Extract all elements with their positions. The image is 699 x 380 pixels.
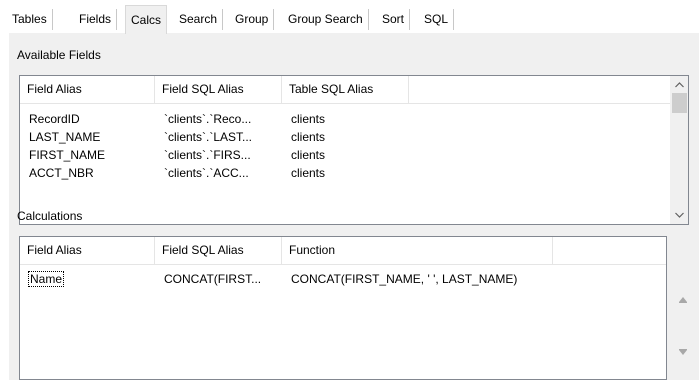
tab-calcs[interactable]: Calcs xyxy=(125,5,168,34)
move-up-button[interactable] xyxy=(672,289,694,311)
move-up-icon xyxy=(679,297,687,303)
table-sql-alias-cell: clients xyxy=(291,166,326,180)
chevron-down-icon[interactable] xyxy=(671,207,688,224)
tab-tables[interactable]: Tables xyxy=(7,9,53,30)
tab-sql[interactable]: SQL xyxy=(419,9,455,30)
field-sql-alias-cell: `clients`.`Reco... xyxy=(164,112,252,126)
tab-group[interactable]: Group xyxy=(230,9,275,30)
table-sql-alias-cell: clients xyxy=(291,130,326,144)
calcs-panel: Available Fields Field Alias Field SQL A… xyxy=(9,33,699,380)
column-header-field-alias[interactable]: Field Alias xyxy=(20,237,155,264)
move-down-button[interactable] xyxy=(672,341,694,363)
field-alias-cell: LAST_NAME xyxy=(29,130,101,144)
field-alias-text: Name xyxy=(27,271,65,287)
field-sql-alias-cell: `clients`.`ACC... xyxy=(164,166,249,180)
column-header-field-alias[interactable]: Field Alias xyxy=(20,76,155,103)
chevron-up-icon[interactable] xyxy=(671,76,688,93)
calculations-list[interactable]: Field Alias Field SQL Alias Function Nam… xyxy=(19,236,667,380)
column-header-function[interactable]: Function xyxy=(282,237,553,264)
tab-sort[interactable]: Sort xyxy=(377,9,411,30)
move-down-icon xyxy=(679,349,687,355)
field-alias-cell: ACCT_NBR xyxy=(29,166,94,180)
tab-fields[interactable]: Fields xyxy=(74,9,118,30)
table-sql-alias-cell: clients xyxy=(291,148,326,162)
table-sql-alias-cell: clients xyxy=(291,112,326,126)
tab-search[interactable]: Search xyxy=(174,9,224,30)
available-fields-label: Available Fields xyxy=(17,48,101,62)
list-header: Field Alias Field SQL Alias Function xyxy=(20,237,666,265)
available-fields-list[interactable]: Field Alias Field SQL Alias Table SQL Al… xyxy=(19,75,689,225)
vertical-scrollbar[interactable] xyxy=(670,76,688,224)
scrollbar-thumb[interactable] xyxy=(672,93,687,113)
tab-group-search[interactable]: Group Search xyxy=(283,9,369,30)
field-alias-cell: FIRST_NAME xyxy=(29,148,106,162)
field-alias-cell: Name xyxy=(22,270,157,288)
field-sql-alias-cell: CONCAT(FIRST... xyxy=(164,272,262,286)
function-cell: CONCAT(FIRST_NAME, ' ', LAST_NAME) xyxy=(291,272,518,286)
column-header-field-sql-alias[interactable]: Field SQL Alias xyxy=(155,76,282,103)
list-header: Field Alias Field SQL Alias Table SQL Al… xyxy=(20,76,688,104)
field-sql-alias-cell: `clients`.`FIRS... xyxy=(164,148,251,162)
field-alias-cell: RecordID xyxy=(29,112,80,126)
tab-strip: Tables Fields Calcs Search Group Group S… xyxy=(0,0,699,34)
field-sql-alias-cell: `clients`.`LAST... xyxy=(164,130,253,144)
column-header-field-sql-alias[interactable]: Field SQL Alias xyxy=(155,237,282,264)
calculations-label: Calculations xyxy=(17,209,83,223)
column-header-table-sql-alias[interactable]: Table SQL Alias xyxy=(282,76,409,103)
